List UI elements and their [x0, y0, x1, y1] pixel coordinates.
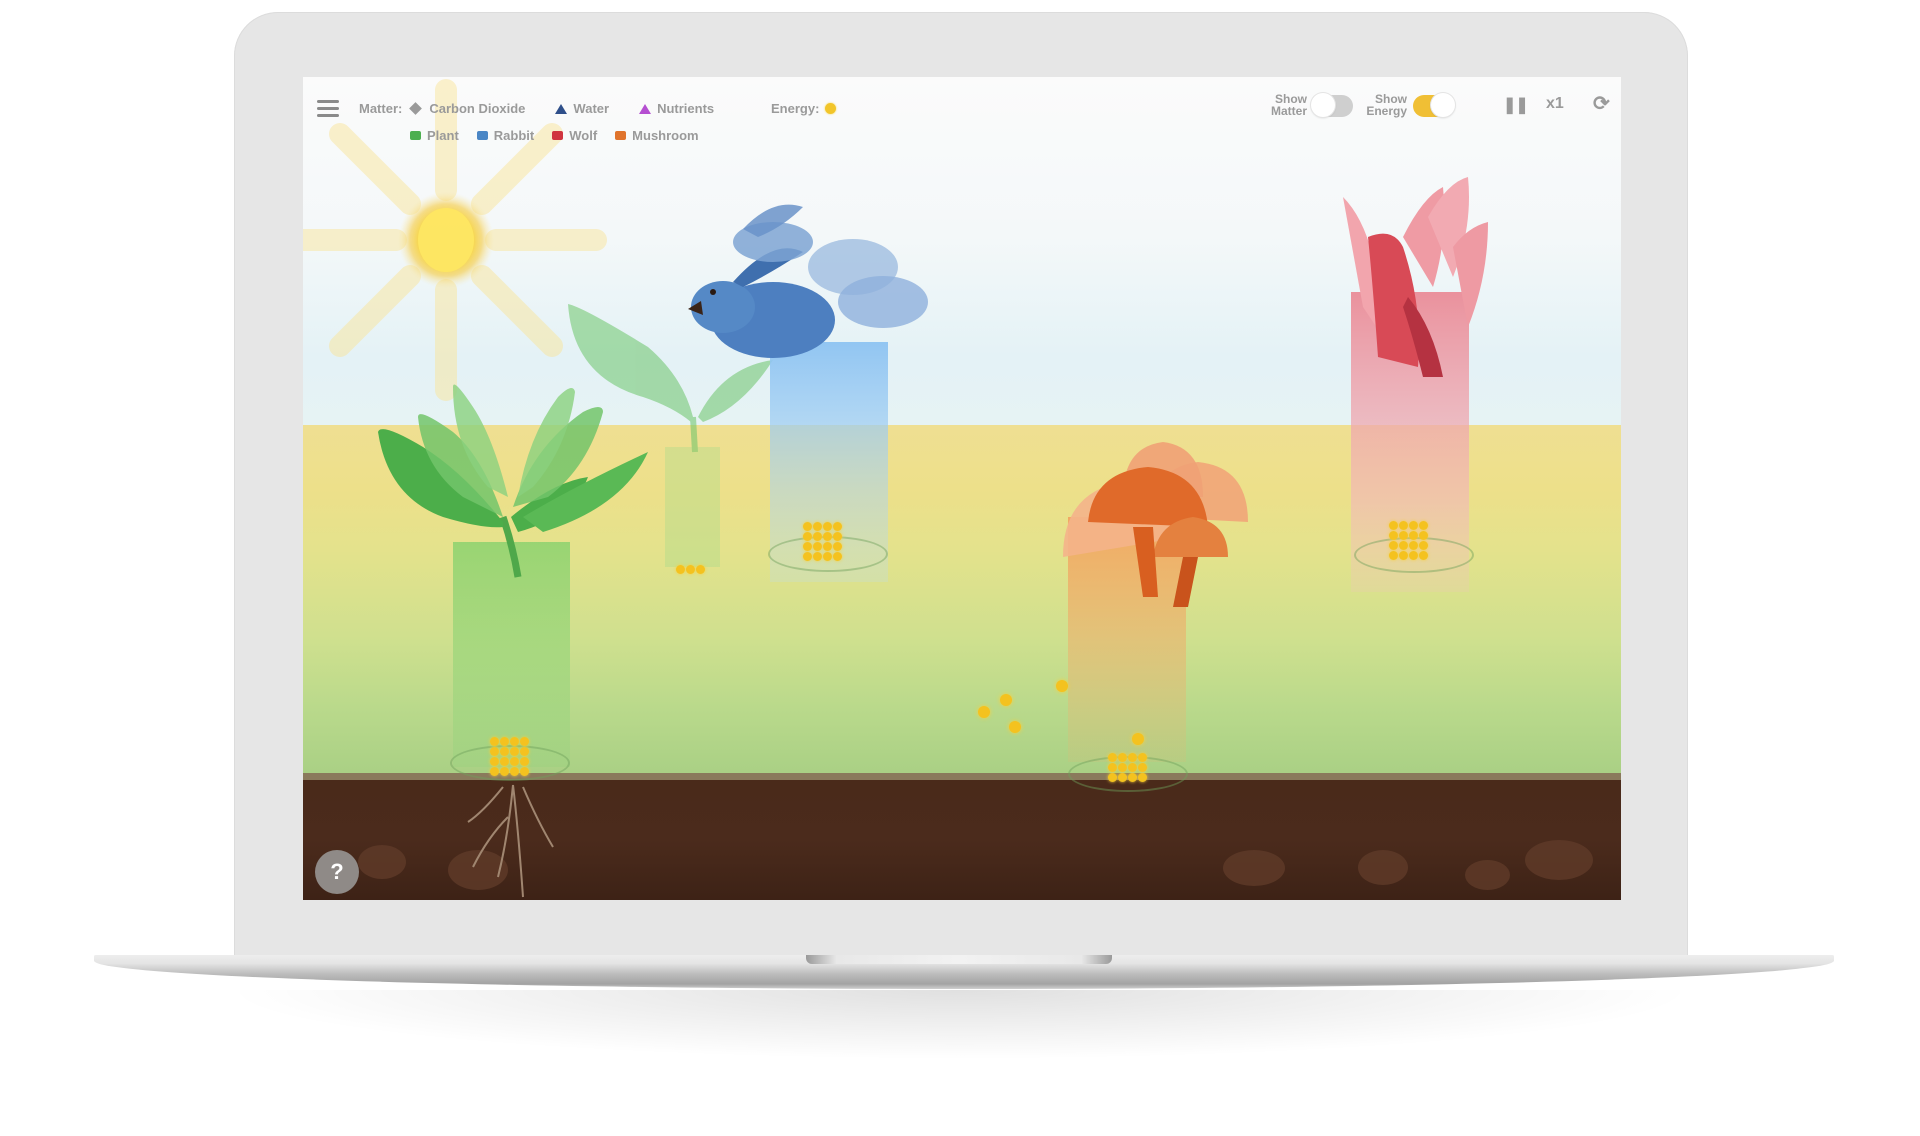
energy-legend: Energy: — [771, 101, 837, 116]
legend-water: Water — [573, 101, 610, 116]
plant-energy-store — [490, 737, 529, 776]
matter-label: Matter: — [359, 101, 403, 116]
toggle-knob — [1311, 93, 1335, 117]
mushroom-energy-store — [1108, 753, 1147, 782]
faded-plant-energy — [676, 565, 705, 574]
energy-dot — [978, 706, 990, 718]
legend-nutrients: Nutrients — [657, 101, 715, 116]
show-energy-toggle[interactable] — [1413, 93, 1455, 117]
energy-label: Energy: — [771, 101, 820, 116]
energy-dot — [1009, 721, 1021, 733]
wolf-energy-store — [1389, 521, 1428, 560]
toggle-knob — [1431, 93, 1455, 117]
matter-legend: Matter: Carbon Dioxide Water Nutrients — [359, 101, 714, 116]
show-energy-label: Show Energy — [1365, 93, 1407, 117]
reset-button[interactable]: ⟳ — [1593, 91, 1610, 116]
pause-icon: ❚❚ — [1503, 97, 1529, 114]
legend-carbon-dioxide: Carbon Dioxide — [429, 101, 526, 116]
rabbit-energy-store — [803, 522, 842, 561]
menu-icon[interactable] — [317, 100, 339, 118]
show-energy-label-line2: Energy — [1366, 104, 1407, 118]
rabbit-cube-icon — [476, 131, 488, 140]
help-button[interactable]: ? — [315, 850, 359, 894]
energy-dot — [1000, 694, 1012, 706]
water-icon — [555, 103, 568, 114]
speed-button[interactable]: x1 — [1546, 95, 1564, 113]
show-matter-toggle[interactable] — [1311, 93, 1353, 117]
wolf-cube-icon — [552, 131, 564, 140]
legend-rabbit: Rabbit — [493, 128, 535, 143]
legend-wolf: Wolf — [569, 128, 598, 143]
organism-legend: Plant Rabbit Wolf Mushroom — [410, 128, 699, 143]
simulation-screen: Matter: Carbon Dioxide Water Nutrients P… — [303, 77, 1621, 900]
carbon-dioxide-icon — [409, 102, 423, 115]
top-bar: Matter: Carbon Dioxide Water Nutrients P… — [303, 77, 1621, 143]
show-matter-label-line2: Matter — [1270, 104, 1307, 118]
nutrients-icon — [639, 103, 652, 114]
pause-button[interactable]: ❚❚ — [1503, 95, 1529, 115]
reset-icon: ⟳ — [1593, 93, 1610, 115]
legend-mushroom: Mushroom — [632, 128, 699, 143]
laptop-notch — [806, 955, 1112, 964]
legend-plant: Plant — [427, 128, 459, 143]
show-matter-label: Show Matter — [1265, 93, 1307, 117]
energy-dot — [1132, 733, 1144, 745]
speed-label: x1 — [1546, 95, 1564, 112]
mushroom-cube-icon — [615, 131, 627, 140]
energy-dot — [1056, 680, 1068, 692]
laptop-shadow — [220, 990, 1700, 1060]
plant-cube-icon — [410, 131, 421, 140]
help-icon: ? — [330, 859, 344, 884]
energy-dot-icon — [825, 103, 837, 114]
